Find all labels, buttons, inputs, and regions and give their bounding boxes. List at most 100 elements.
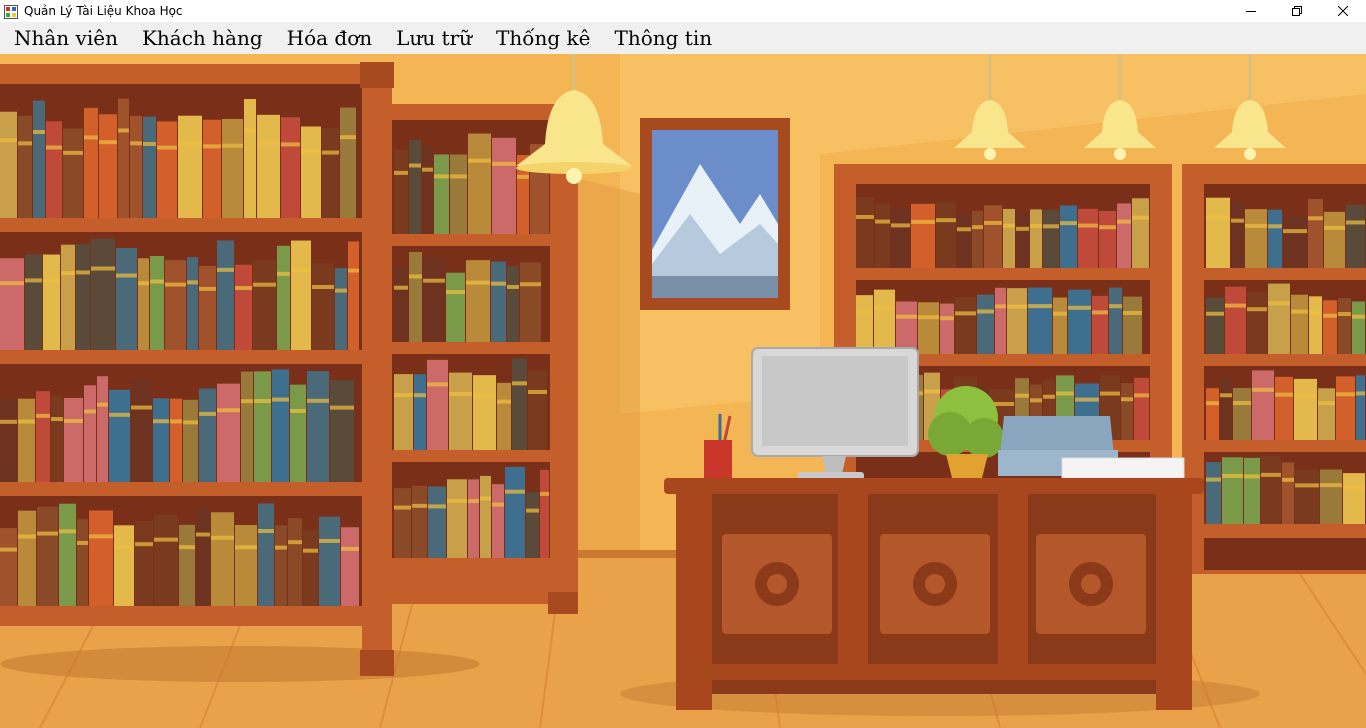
book-band xyxy=(130,141,142,146)
book-band xyxy=(1100,391,1120,396)
restore-button[interactable] xyxy=(1274,0,1320,22)
book-band xyxy=(303,548,318,553)
book-band xyxy=(258,529,274,534)
book xyxy=(277,245,290,350)
book xyxy=(84,385,96,482)
book xyxy=(150,256,164,350)
menu-khach-hang[interactable]: Khách hàng xyxy=(130,22,275,54)
book xyxy=(1291,294,1308,354)
book xyxy=(196,508,210,606)
book-band xyxy=(1291,309,1308,314)
book-band xyxy=(1075,397,1099,402)
book xyxy=(1231,202,1244,268)
desk-ornament-3 xyxy=(1069,562,1113,606)
book xyxy=(1245,209,1267,268)
desk-ornament-2 xyxy=(913,562,957,606)
book-band xyxy=(1220,393,1232,398)
book xyxy=(178,115,202,218)
title-bar[interactable]: Quản Lý Tài Liệu Khoa Học xyxy=(0,0,1366,22)
book xyxy=(203,119,221,218)
book xyxy=(272,369,289,482)
book-band xyxy=(0,419,17,424)
book xyxy=(288,518,302,606)
close-button[interactable] xyxy=(1320,0,1366,22)
book-band xyxy=(59,529,76,534)
book xyxy=(875,203,890,268)
book xyxy=(434,154,449,234)
book xyxy=(18,398,35,482)
book xyxy=(18,510,36,606)
book-band xyxy=(1309,310,1322,315)
book xyxy=(1282,462,1294,524)
book xyxy=(1099,210,1116,268)
book-band xyxy=(449,391,472,396)
menu-luu-tru[interactable]: Lưu trữ xyxy=(384,22,484,54)
menu-thong-ke[interactable]: Thống kê xyxy=(484,22,602,54)
book-band xyxy=(1007,304,1027,309)
book xyxy=(874,289,895,354)
book xyxy=(1053,297,1067,354)
book-band xyxy=(37,531,58,536)
book-band xyxy=(394,393,413,398)
book-band xyxy=(1282,477,1294,482)
book xyxy=(291,240,311,350)
book-band xyxy=(918,315,939,320)
menu-thong-tin[interactable]: Thông tin xyxy=(603,22,725,54)
book xyxy=(1016,213,1029,268)
book-band xyxy=(924,389,940,394)
book xyxy=(940,303,954,354)
book-band xyxy=(450,174,467,179)
book-band xyxy=(307,398,329,403)
book-band xyxy=(957,227,971,232)
minimize-button[interactable] xyxy=(1228,0,1274,22)
book xyxy=(199,388,216,482)
menu-hoa-don[interactable]: Hóa đơn xyxy=(275,22,385,54)
book xyxy=(427,359,448,450)
book-band xyxy=(1343,485,1365,490)
book xyxy=(540,469,549,558)
book-band xyxy=(1338,312,1351,317)
book xyxy=(114,525,134,606)
book-band xyxy=(84,409,96,414)
book-band xyxy=(154,537,178,542)
restore-icon xyxy=(1292,6,1302,16)
book xyxy=(1003,208,1015,268)
book xyxy=(244,99,256,218)
book xyxy=(449,372,472,450)
book-band xyxy=(447,498,467,503)
book-band xyxy=(1030,398,1042,403)
book-band xyxy=(36,413,50,418)
book xyxy=(497,382,511,450)
book xyxy=(63,128,83,218)
book-band xyxy=(412,503,427,508)
book xyxy=(1261,455,1281,524)
book xyxy=(1309,296,1322,354)
book xyxy=(254,371,271,482)
book xyxy=(303,529,318,606)
book-band xyxy=(18,419,35,424)
book-band xyxy=(203,144,221,149)
book xyxy=(995,287,1006,354)
book-band xyxy=(1134,393,1149,398)
book-band xyxy=(257,140,280,145)
book-band xyxy=(63,150,83,155)
book xyxy=(1134,377,1149,440)
book-band xyxy=(409,274,422,279)
menu-nhan-vien[interactable]: Nhân viên xyxy=(0,22,130,54)
book-band xyxy=(254,399,271,404)
book-band xyxy=(89,534,113,539)
book xyxy=(179,524,195,606)
book xyxy=(1117,203,1131,268)
book-band xyxy=(322,150,339,155)
book xyxy=(138,258,149,350)
book xyxy=(491,261,506,342)
book-band xyxy=(291,267,311,272)
book-band xyxy=(1245,223,1267,228)
mountain-painting xyxy=(640,118,790,310)
left-bookshelf xyxy=(0,62,394,676)
book-band xyxy=(1078,223,1098,228)
book xyxy=(955,297,976,354)
book-band xyxy=(434,174,449,179)
book-band xyxy=(1233,401,1251,406)
book-band xyxy=(427,382,448,387)
